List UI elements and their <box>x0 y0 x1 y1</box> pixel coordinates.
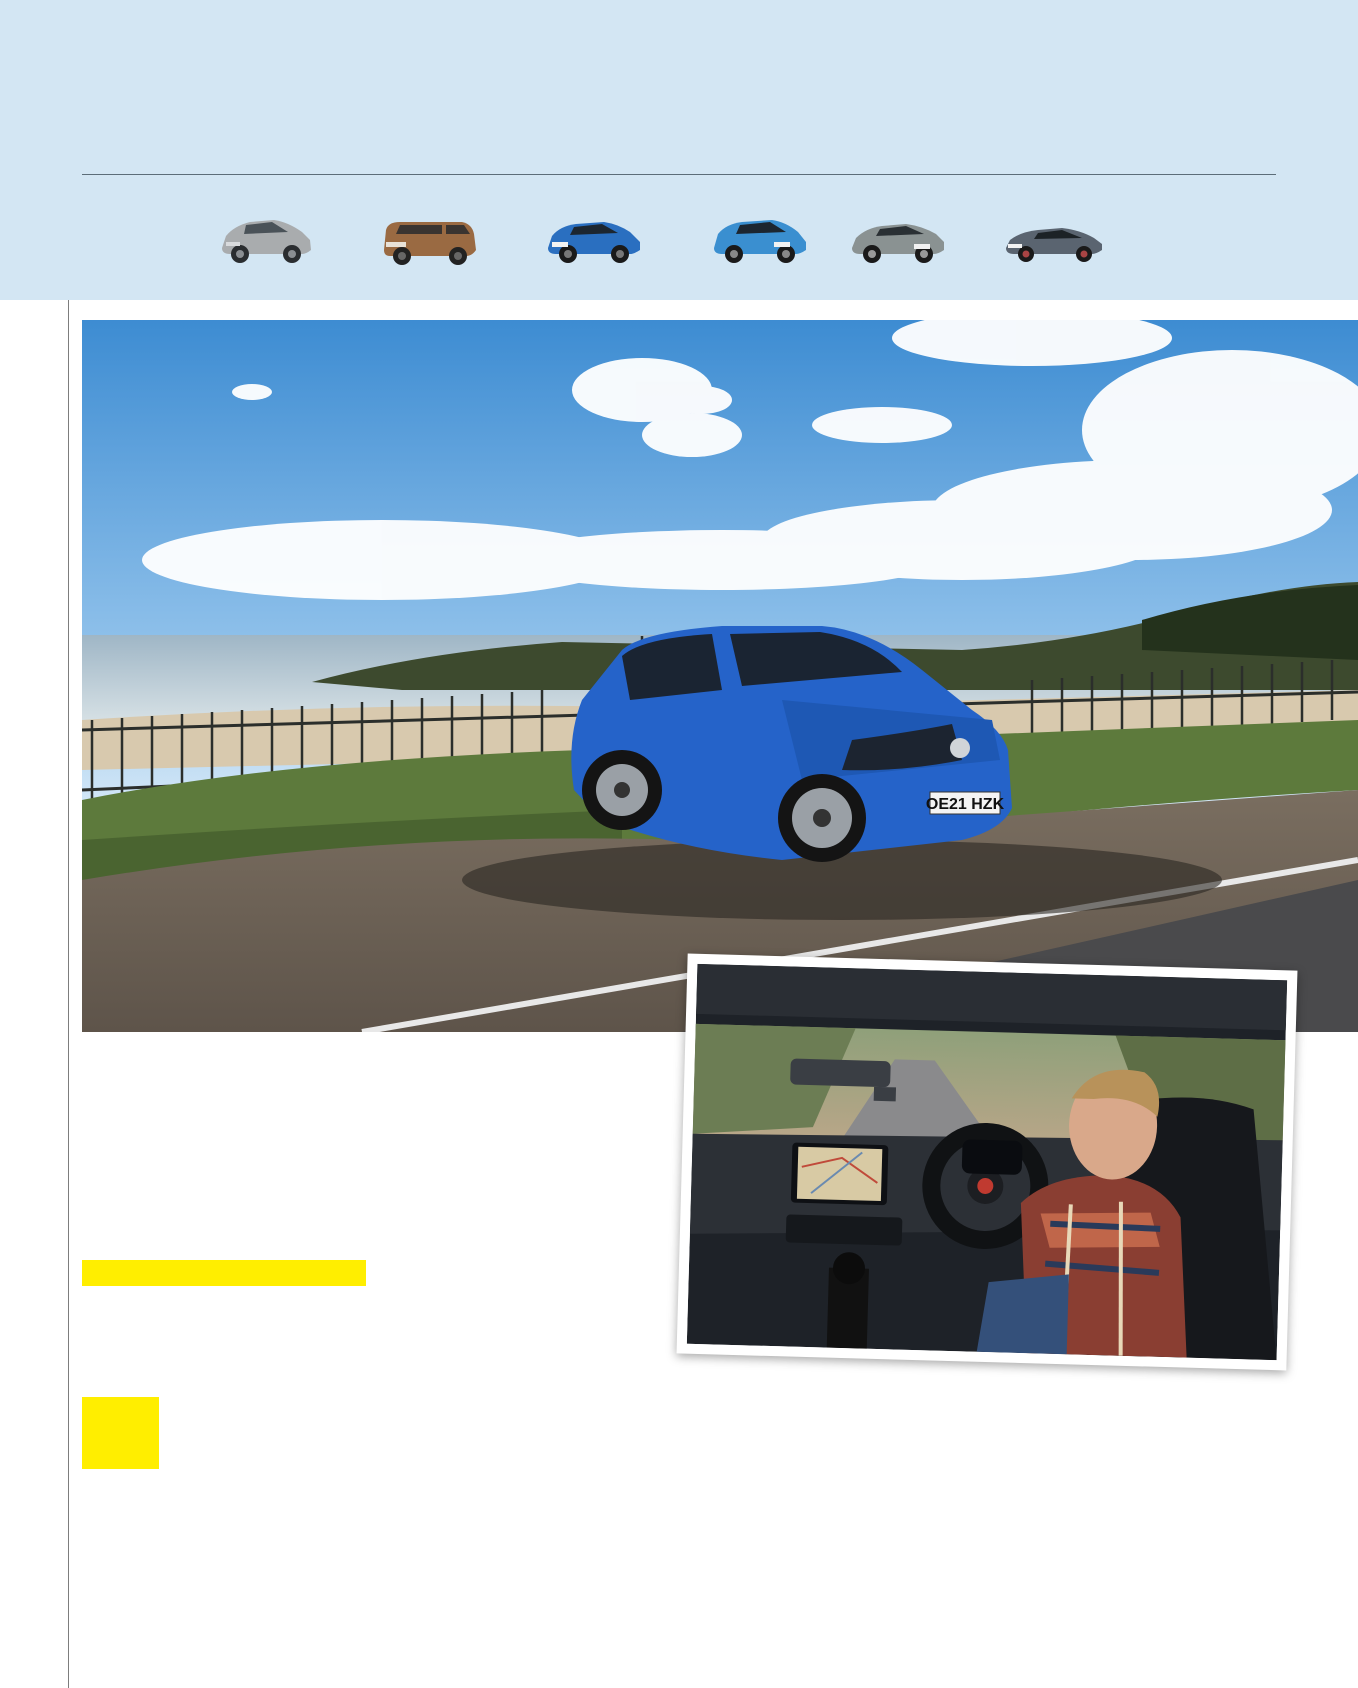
blue-suv-icon <box>710 202 810 270</box>
header-band <box>0 0 1358 300</box>
silver-suv-icon <box>216 202 316 270</box>
interior-inset-photo <box>676 953 1298 1371</box>
header-divider <box>82 174 1276 175</box>
grey-fastback-icon <box>848 202 948 270</box>
blue-crossover-icon <box>544 202 644 270</box>
number-plate: OE21 HZK <box>926 796 1005 813</box>
page-margin-rule <box>68 300 69 1688</box>
bronze-4x4-icon <box>380 202 480 270</box>
yellow-accent-block <box>82 1397 159 1469</box>
hero-photo: OE21 HZK <box>82 320 1358 1032</box>
map-screen-icon <box>796 1146 883 1202</box>
grey-saloon-icon <box>1004 202 1104 270</box>
yellow-accent-bar <box>82 1260 366 1286</box>
